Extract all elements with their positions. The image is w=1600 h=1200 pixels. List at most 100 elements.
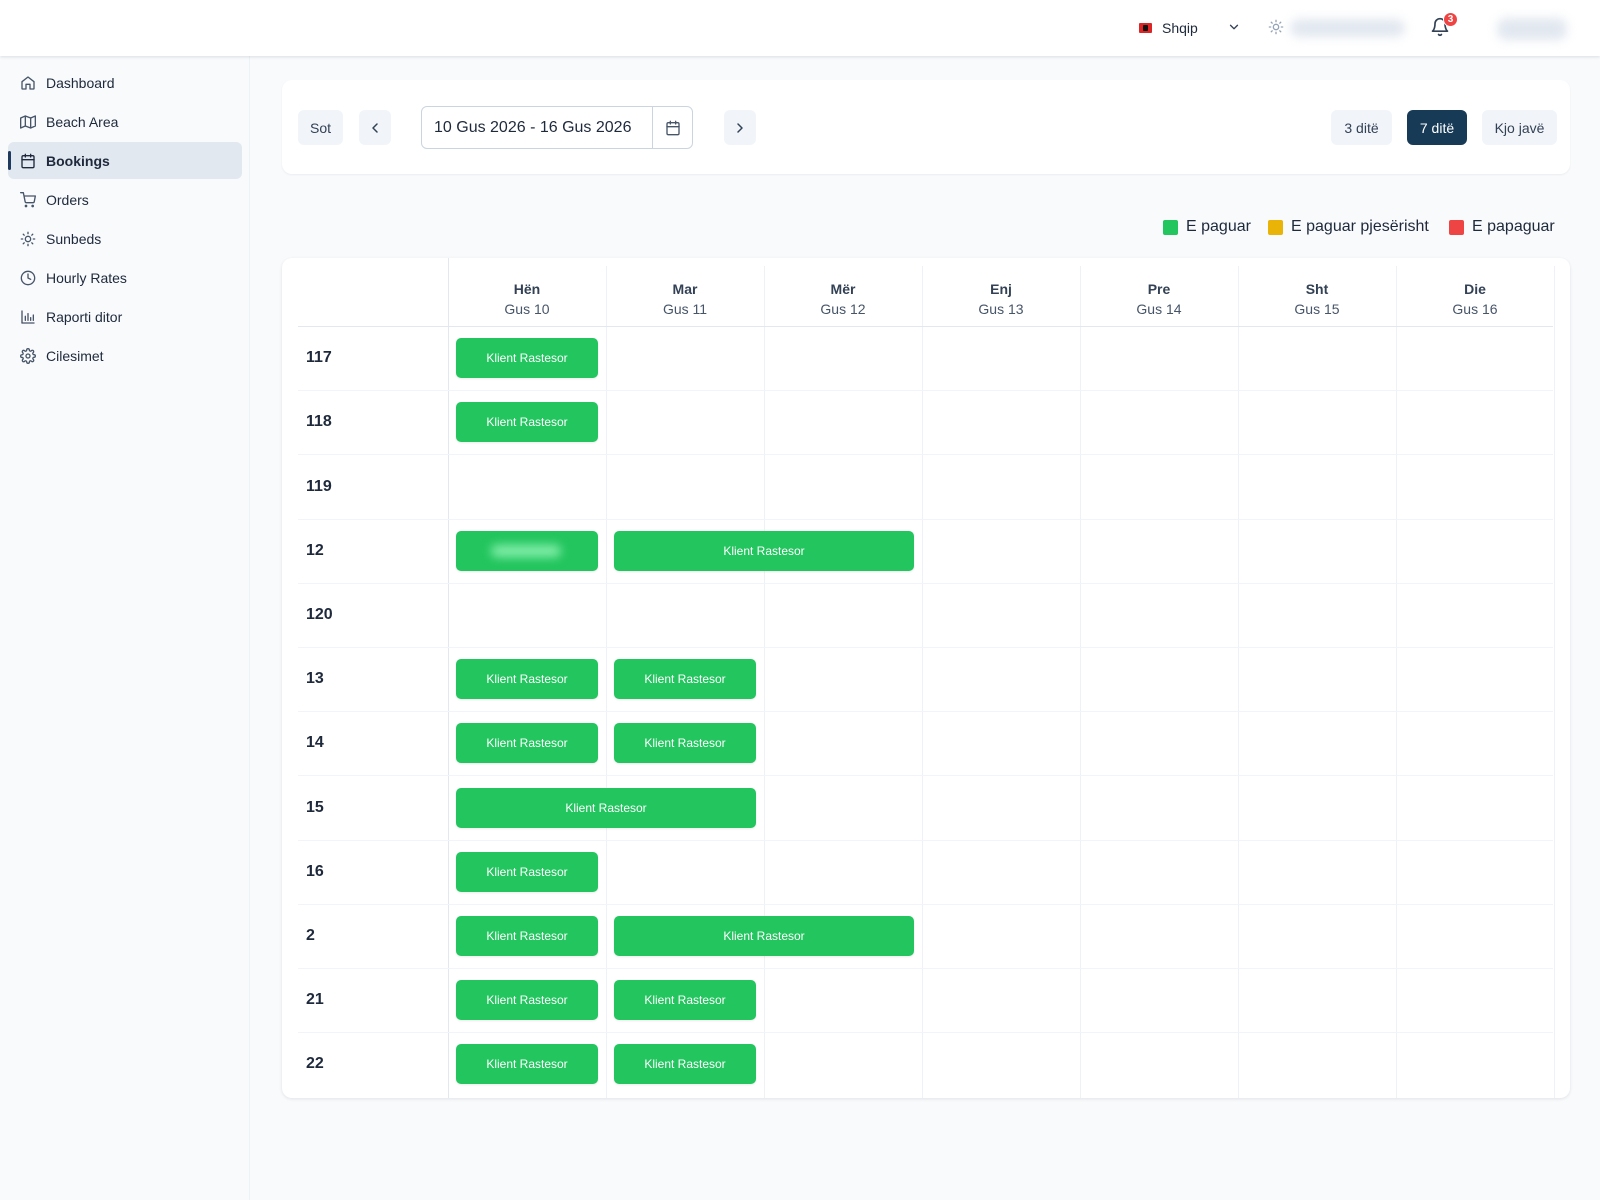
sidebar-item-bookings[interactable]: Bookings <box>8 142 242 179</box>
booking-block[interactable]: Klient Rastesor <box>456 338 598 379</box>
day-header: Sht Gus 15 <box>1238 280 1396 318</box>
day-header: Mër Gus 12 <box>764 280 922 318</box>
booking-block[interactable]: Klient Rastesor <box>456 980 598 1021</box>
booking-block[interactable]: Klient Rastesor <box>614 659 756 700</box>
sidebar-item-hourly-rates[interactable]: Hourly Rates <box>8 259 242 296</box>
sidebar-item-label: Sunbeds <box>46 230 102 247</box>
sidebar: Dashboard Beach Area Bookings Orders Sun… <box>0 56 250 1200</box>
row-divider <box>298 839 1553 841</box>
unpaid-swatch <box>1449 219 1464 235</box>
sidebar-item-cilesimet[interactable]: Cilesimet <box>8 337 242 374</box>
legend-unpaid: E papaguar <box>1449 217 1555 237</box>
sidebar-item-label: Hourly Rates <box>46 269 127 286</box>
day-date: Gus 12 <box>820 301 866 317</box>
language-label: Shqip <box>1162 20 1198 36</box>
booking-block[interactable]: Klient Rastesor <box>614 915 914 956</box>
view-this-week-button[interactable]: Kjo javë <box>1482 110 1557 145</box>
redacted-user-menu[interactable] <box>1497 18 1567 40</box>
calendar-icon <box>21 153 35 168</box>
date-range-picker[interactable]: 10 Gus 2026 - 16 Gus 2026 <box>421 106 693 149</box>
sidebar-item-dashboard[interactable]: Dashboard <box>8 64 242 101</box>
cart-icon <box>20 191 36 207</box>
day-date: Gus 10 <box>504 301 550 317</box>
sidebar-item-label: Orders <box>46 191 89 208</box>
day-name: Sht <box>1305 281 1329 297</box>
booking-block[interactable]: Klient Rastesor <box>614 980 756 1021</box>
sunbed-row-label: 118 <box>306 413 332 431</box>
day-date: Gus 11 <box>662 301 708 317</box>
clock-icon <box>20 270 36 285</box>
booking-block[interactable]: Klient Rastesor <box>456 402 598 443</box>
day-header: Pre Gus 14 <box>1080 280 1238 318</box>
sidebar-item-label: Bookings <box>46 152 110 169</box>
chevron-left-icon <box>372 122 378 133</box>
booking-block[interactable]: Klient Rastesor <box>456 659 598 700</box>
sidebar-item-orders[interactable]: Orders <box>8 181 242 218</box>
sidebar-item-sunbeds[interactable]: Sunbeds <box>8 220 242 257</box>
today-button[interactable]: Sot <box>298 110 343 145</box>
bar-chart-icon <box>21 309 35 324</box>
sun-theme-icon[interactable] <box>1268 19 1284 35</box>
booking-block[interactable]: Klient Rastesor <box>614 530 914 571</box>
sidebar-item-beach-area[interactable]: Beach Area <box>8 103 242 140</box>
row-divider <box>298 968 1553 969</box>
legend-label: E paguar <box>1186 218 1251 235</box>
chevron-down-icon[interactable] <box>1227 20 1241 34</box>
paid-swatch <box>1163 219 1178 235</box>
booking-block[interactable]: Klient Rastesor <box>614 1044 756 1085</box>
top-bar: Shqip 3 <box>0 0 1600 56</box>
sun-icon <box>20 231 36 246</box>
day-header: Hën Gus 10 <box>448 280 606 318</box>
day-header: Enj Gus 13 <box>922 280 1080 318</box>
booking-block[interactable]: Klient Rastesor <box>456 915 598 956</box>
booking-block[interactable]: Klient Rastesor <box>456 1044 598 1085</box>
chevron-right-icon <box>737 122 743 133</box>
next-week-button[interactable] <box>724 110 756 145</box>
day-name: Hën <box>513 281 541 297</box>
sunbed-row-label: 22 <box>306 1055 324 1073</box>
sidebar-item-label: Cilesimet <box>46 347 104 364</box>
column-divider <box>448 258 449 1099</box>
open-calendar-button[interactable] <box>652 107 692 148</box>
legend-partial: E paguar pjesërisht <box>1268 217 1429 237</box>
home-icon <box>21 75 35 90</box>
sidebar-item-raporti-ditor[interactable]: Raporti ditor <box>8 298 242 335</box>
legend-label: E paguar pjesërisht <box>1291 218 1429 235</box>
sunbed-row-label: 12 <box>306 541 324 559</box>
row-divider <box>298 582 1553 584</box>
row-divider <box>298 903 1553 905</box>
day-date: Gus 15 <box>1294 301 1340 317</box>
albania-flag-icon <box>1139 23 1152 33</box>
booking-block[interactable] <box>456 530 598 571</box>
day-name: Enj <box>990 281 1012 297</box>
row-divider <box>298 454 1553 456</box>
sunbed-row-label: 120 <box>306 605 333 623</box>
booking-block[interactable]: Klient Rastesor <box>456 723 598 764</box>
row-divider <box>298 518 1553 520</box>
sunbed-row-label: 15 <box>306 798 324 816</box>
header-divider <box>298 326 1553 327</box>
day-header: Mar Gus 11 <box>606 280 764 318</box>
day-name: Mar <box>672 281 698 297</box>
booking-block[interactable]: Klient Rastesor <box>456 851 598 892</box>
booking-block[interactable]: Klient Rastesor <box>456 787 756 828</box>
language-selector[interactable]: Shqip <box>1139 18 1198 38</box>
booking-calendar: Hën Gus 10 Mar Gus 11 Mër Gus 12 Enj Gus 13 Pre G… <box>282 258 1570 1099</box>
view-7-days-button[interactable]: 7 ditë <box>1407 110 1467 145</box>
row-divider <box>298 711 1553 713</box>
sidebar-item-label: Beach Area <box>46 113 119 130</box>
sunbed-row-label: 119 <box>306 477 332 495</box>
day-date: Gus 13 <box>978 301 1024 317</box>
previous-week-button[interactable] <box>359 110 391 145</box>
sunbed-row-label: 2 <box>306 926 315 944</box>
sunbed-row-label: 13 <box>306 670 324 688</box>
column-divider <box>1554 266 1555 1099</box>
day-header: Die Gus 16 <box>1396 280 1554 318</box>
row-divider <box>298 775 1553 777</box>
day-date: Gus 14 <box>1136 301 1182 317</box>
view-3-days-button[interactable]: 3 ditë <box>1331 110 1392 145</box>
booking-block[interactable]: Klient Rastesor <box>614 723 756 764</box>
date-toolbar: Sot 10 Gus 2026 - 16 Gus 2026 3 ditë 7 d… <box>282 80 1570 174</box>
notification-badge: 3 <box>1443 12 1458 27</box>
sidebar-item-label: Raporti ditor <box>46 308 123 325</box>
